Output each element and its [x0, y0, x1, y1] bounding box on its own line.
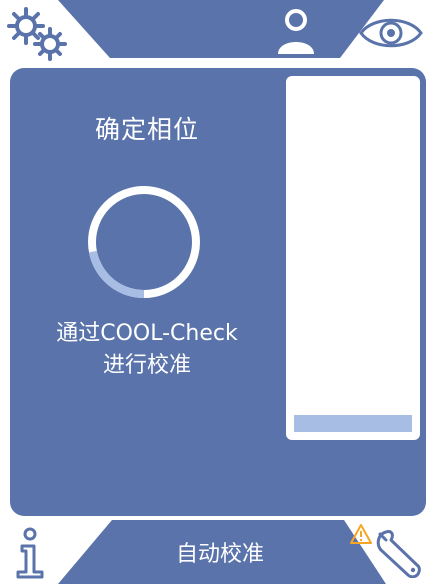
auto-calibration-label: 自动校准 — [175, 542, 264, 567]
calibration-text-line2: 进行校准 — [102, 353, 191, 378]
warning-icon — [350, 524, 372, 544]
info-icon[interactable] — [10, 526, 50, 580]
status-title: 确定相位 — [94, 115, 199, 144]
progress-ring — [88, 186, 200, 298]
level-bar — [286, 76, 420, 440]
calibration-text-line1: 通过COOL-Check — [56, 321, 238, 346]
eye-icon[interactable] — [358, 14, 424, 52]
gear-icon[interactable] — [6, 6, 70, 62]
level-bar-fill — [294, 414, 412, 432]
wrench-icon[interactable] — [372, 528, 426, 578]
user-icon[interactable] — [276, 8, 316, 56]
